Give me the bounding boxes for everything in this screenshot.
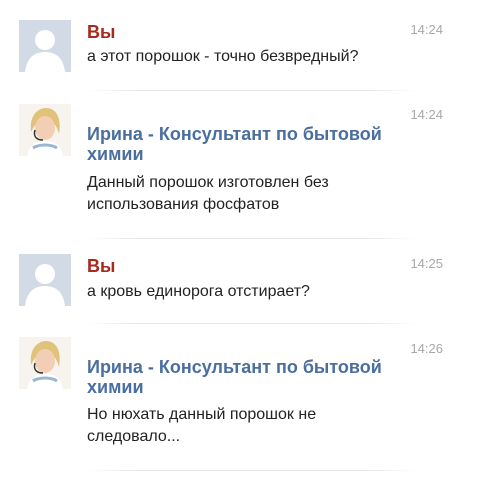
message-text: а кровь единорога отстирает? (87, 283, 310, 300)
message-divider (87, 470, 417, 471)
message-divider (87, 323, 417, 324)
author-name[interactable]: Вы (87, 22, 115, 42)
default-avatar[interactable] (19, 254, 71, 306)
consultant-avatar[interactable] (19, 104, 71, 156)
message-time: 14:24 (410, 107, 443, 122)
default-avatar[interactable] (19, 20, 71, 72)
message-time: 14:26 (410, 341, 443, 356)
message-time: 14:25 (410, 256, 443, 271)
message-divider (87, 238, 417, 239)
message-text: а этот порошок - точно безвредный? (87, 48, 359, 65)
chat-history: Вы 14:24 а этот порошок - точно безвредн… (0, 0, 479, 486)
message-divider (87, 90, 417, 91)
message-text: Но нюхать данный порошок не следовало... (87, 406, 317, 445)
message-time: 14:24 (410, 22, 443, 37)
consultant-avatar[interactable] (19, 337, 71, 389)
author-name[interactable]: Ирина - Консультант по бытовой химии (87, 357, 427, 397)
author-name[interactable]: Ирина - Консультант по бытовой химии (87, 124, 427, 164)
message-text: Данный порошок изготовлен без использова… (87, 174, 329, 213)
author-name[interactable]: Вы (87, 256, 115, 276)
